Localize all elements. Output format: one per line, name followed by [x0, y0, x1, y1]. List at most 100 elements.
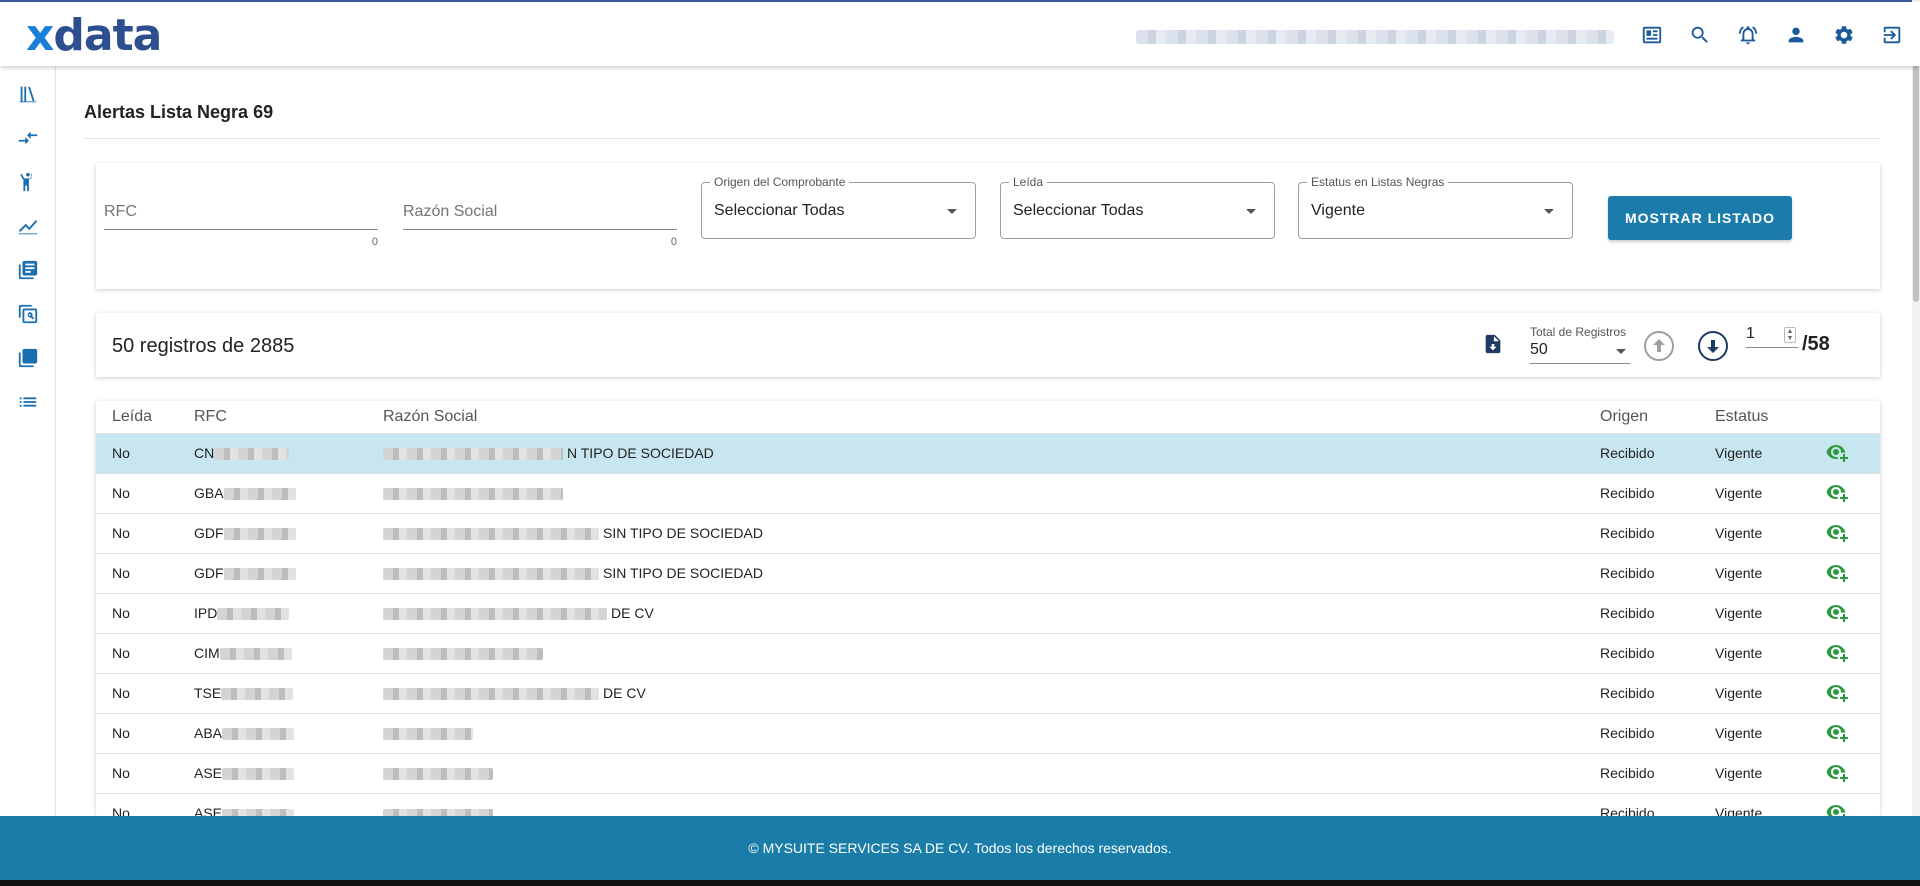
search-icon[interactable]: [1686, 21, 1714, 49]
export-file-icon[interactable]: [1482, 333, 1506, 357]
table-row[interactable]: No TSE DE CV Recibido Vigente: [96, 672, 1880, 713]
per-page-value-wrap: 50: [1530, 341, 1630, 364]
cell-estatus: Vigente: [1715, 792, 1825, 816]
document-list-icon[interactable]: [14, 256, 42, 284]
news-icon[interactable]: [1638, 21, 1666, 49]
header-estatus[interactable]: Estatus: [1715, 401, 1825, 433]
leida-select-value: Seleccionar Todas: [1013, 202, 1144, 219]
cell-razon-social: N TIPO DE SOCIEDAD: [383, 432, 1600, 473]
line-chart-icon[interactable]: [14, 212, 42, 240]
library-icon[interactable]: [14, 80, 42, 108]
rfc-prefix: GDF: [194, 525, 224, 541]
table-row[interactable]: No IPD DE CV Recibido Vigente: [96, 592, 1880, 633]
chevron-down-icon: [947, 209, 957, 214]
cell-actions: [1825, 632, 1880, 673]
logout-icon[interactable]: [1878, 21, 1906, 49]
page-down-button[interactable]: [1697, 330, 1729, 362]
results-table-card: Leída RFC Razón Social Origen Estatus No…: [96, 401, 1880, 816]
cell-razon-social: DE CV: [383, 592, 1600, 633]
cell-origen: Recibido: [1600, 592, 1715, 633]
cell-origen: Recibido: [1600, 512, 1715, 553]
header-rfc[interactable]: RFC: [194, 401, 383, 433]
cell-razon-social: SIN TIPO DE SOCIEDAD: [383, 552, 1600, 593]
table-row[interactable]: No ABA Recibido Vigente: [96, 712, 1880, 753]
rfc-redacted: [223, 568, 296, 581]
logo-x: x: [26, 10, 54, 61]
rfc-field[interactable]: RFC 0: [104, 203, 378, 248]
logo-text: data: [53, 10, 162, 61]
settings-gear-icon[interactable]: [1830, 21, 1858, 49]
razon-social-redacted: [383, 768, 493, 781]
cell-leida: No: [96, 632, 194, 673]
view-add-icon[interactable]: [1825, 800, 1849, 816]
view-add-icon[interactable]: [1825, 640, 1849, 664]
collections-icon[interactable]: [14, 344, 42, 372]
leida-select[interactable]: Leída Seleccionar Todas: [1000, 175, 1275, 239]
table-row[interactable]: No CIM Recibido Vigente: [96, 632, 1880, 673]
view-add-icon[interactable]: [1825, 680, 1849, 704]
estatus-select-value: Vigente: [1311, 202, 1365, 219]
cell-leida: No: [96, 432, 194, 473]
estatus-select-label: Estatus en Listas Negras: [1307, 175, 1449, 189]
view-add-icon[interactable]: [1825, 520, 1849, 544]
spinner-arrows-icon[interactable]: ▲ ▼: [1784, 327, 1796, 343]
header-origen[interactable]: Origen: [1600, 401, 1715, 433]
mostrar-listado-button[interactable]: MOSTRAR LISTADO: [1608, 196, 1792, 240]
page-scrollbar[interactable]: [1912, 0, 1920, 816]
page-up-button[interactable]: [1643, 330, 1675, 362]
cell-origen: Recibido: [1600, 632, 1715, 673]
origen-select-label: Origen del Comprobante: [710, 175, 850, 189]
razon-social-redacted: [383, 568, 599, 581]
cell-rfc: IPD: [194, 592, 383, 633]
page-number-wrap: 1 ▲ ▼: [1746, 325, 1798, 348]
header-razon-social[interactable]: Razón Social: [383, 401, 1600, 433]
razon-social-suffix: N TIPO DE SOCIEDAD: [567, 445, 714, 461]
per-page-value: 50: [1530, 341, 1548, 358]
view-add-icon[interactable]: [1825, 440, 1849, 464]
rfc-redacted: [221, 688, 294, 701]
page-title: Alertas Lista Negra 69: [84, 102, 274, 122]
razon-social-field[interactable]: Razón Social 0: [403, 203, 677, 248]
rfc-prefix: CN: [194, 445, 215, 461]
razon-social-redacted: [383, 688, 599, 701]
cell-leida: No: [96, 752, 194, 793]
origen-select[interactable]: Origen del Comprobante Seleccionar Todas: [701, 175, 976, 239]
view-add-icon[interactable]: [1825, 600, 1849, 624]
table-header-row: Leída RFC Razón Social Origen Estatus: [96, 401, 1880, 433]
view-add-icon[interactable]: [1825, 560, 1849, 584]
filters-card: RFC 0 Razón Social 0 Origen del Comproba…: [96, 163, 1880, 289]
rfc-prefix: ABA: [194, 725, 223, 741]
person-alert-icon[interactable]: [14, 168, 42, 196]
chevron-down-icon: [1616, 349, 1626, 354]
rfc-prefix: IPD: [194, 605, 218, 621]
table-row[interactable]: No CN N TIPO DE SOCIEDAD Recibido Vigente: [96, 432, 1880, 473]
cell-origen: Recibido: [1600, 472, 1715, 513]
app-logo[interactable]: xdata: [26, 14, 162, 58]
find-replace-icon[interactable]: [14, 300, 42, 328]
per-page-select[interactable]: Total de Registros 50: [1530, 325, 1630, 364]
table-row[interactable]: No GDF SIN TIPO DE SOCIEDAD Recibido Vigente: [96, 552, 1880, 593]
razon-social-redacted: [383, 528, 599, 541]
estatus-select[interactable]: Estatus en Listas Negras Vigente: [1298, 175, 1573, 239]
results-table: Leída RFC Razón Social Origen Estatus No…: [96, 401, 1880, 816]
table-row[interactable]: No GBA Recibido Vigente: [96, 472, 1880, 513]
table-row[interactable]: No GDF SIN TIPO DE SOCIEDAD Recibido Vigente: [96, 512, 1880, 553]
page-number-input[interactable]: 1 ▲ ▼: [1746, 325, 1798, 348]
view-add-icon[interactable]: [1825, 760, 1849, 784]
list-icon[interactable]: [14, 388, 42, 416]
view-add-icon[interactable]: [1825, 720, 1849, 744]
page-total: /58: [1802, 333, 1830, 355]
view-add-icon[interactable]: [1825, 480, 1849, 504]
table-row[interactable]: No ASE Recibido Vigente: [96, 792, 1880, 816]
alarm-bell-icon[interactable]: [1734, 21, 1762, 49]
cell-origen: Recibido: [1600, 752, 1715, 793]
table-row[interactable]: No ASE Recibido Vigente: [96, 752, 1880, 793]
razon-social-suffix: DE CV: [603, 685, 646, 701]
user-icon[interactable]: [1782, 21, 1810, 49]
header-leida[interactable]: Leída: [96, 401, 194, 433]
cell-estatus: Vigente: [1715, 672, 1825, 713]
compare-arrows-icon[interactable]: [14, 124, 42, 152]
rfc-prefix: ASE: [194, 805, 223, 816]
rfc-prefix: GBA: [194, 485, 224, 501]
rfc-redacted: [223, 488, 296, 501]
